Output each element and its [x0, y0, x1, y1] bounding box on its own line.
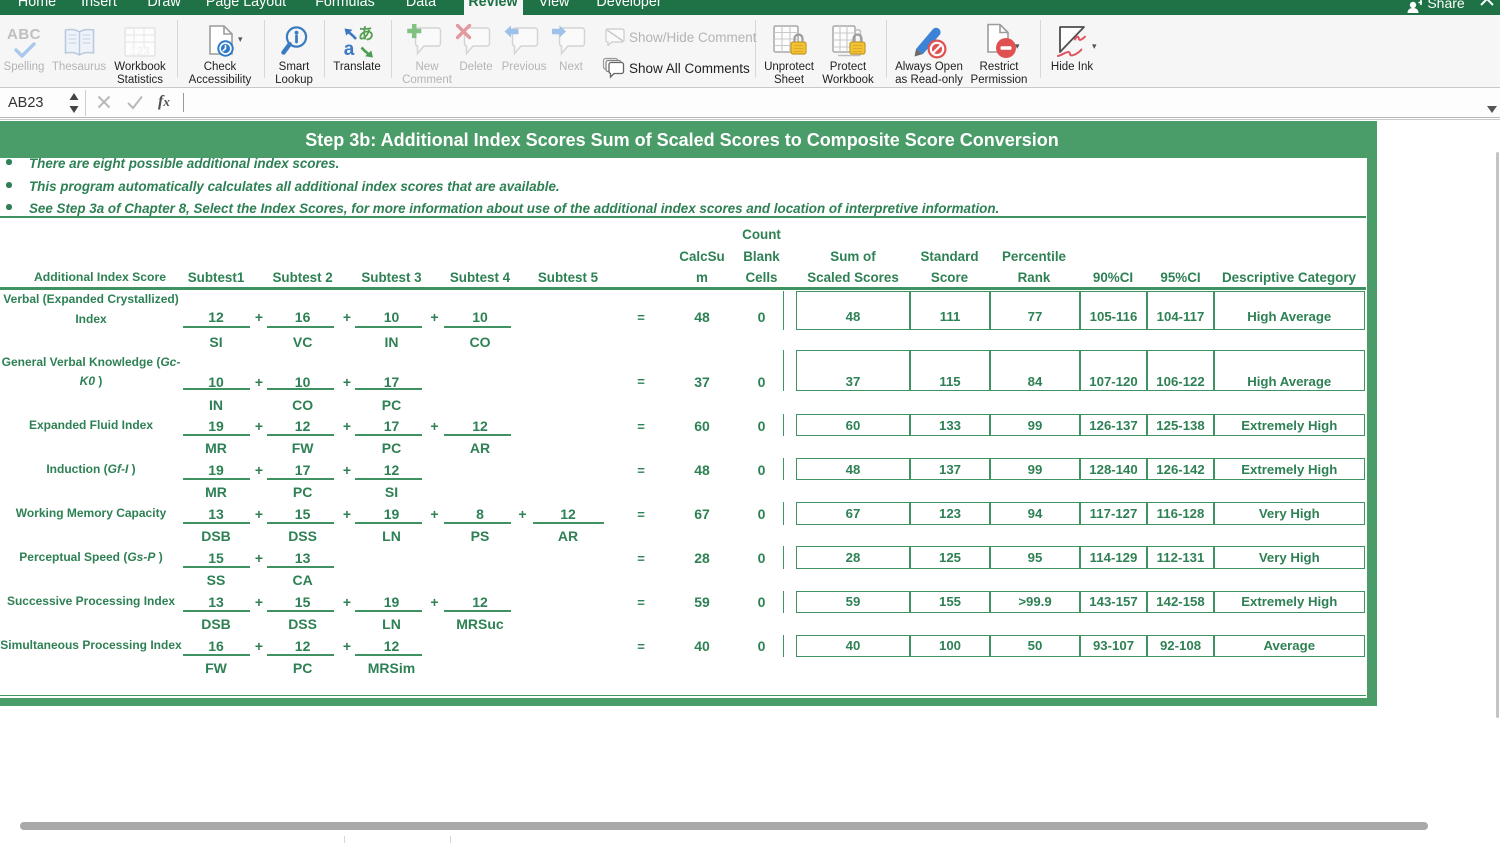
svg-text:あ: あ [358, 25, 374, 43]
svg-text:a: a [344, 39, 355, 60]
svg-text:123: 123 [130, 44, 150, 58]
